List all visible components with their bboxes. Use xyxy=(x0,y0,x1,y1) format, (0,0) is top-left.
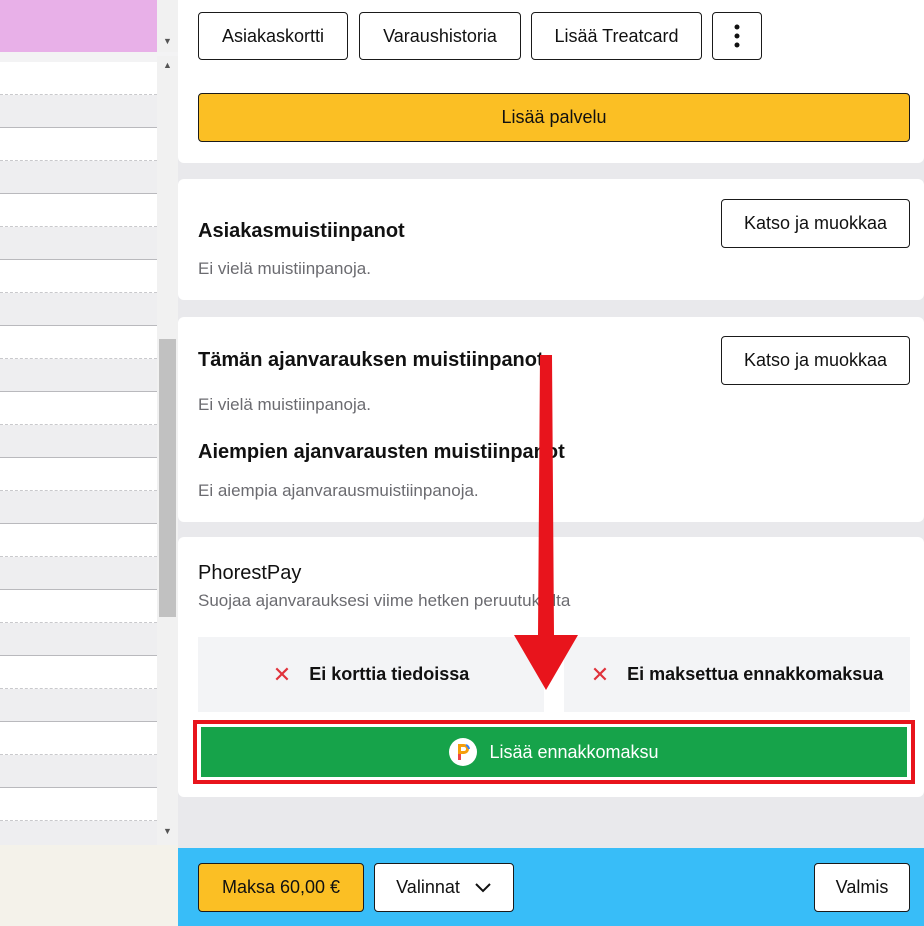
add-treatcard-button[interactable]: Lisää Treatcard xyxy=(531,12,702,60)
no-card-label: Ei korttia tiedoissa xyxy=(309,664,470,684)
phorestpay-title: PhorestPay xyxy=(198,562,302,584)
footer-bar: Maksa 60,00 € Valinnat Valmis xyxy=(178,848,924,926)
time-slot[interactable] xyxy=(0,656,157,689)
time-slot[interactable] xyxy=(0,458,157,491)
scrollbar-thumb[interactable] xyxy=(159,339,176,617)
add-deposit-button[interactable]: Lisää ennakkomaksu xyxy=(201,727,907,777)
previous-notes-empty: Ei aiempia ajanvarausmuistiinpanoja. xyxy=(198,481,479,500)
time-slot[interactable] xyxy=(0,590,157,623)
time-slot[interactable] xyxy=(0,722,157,755)
calendar-slots xyxy=(0,62,157,854)
time-slot[interactable] xyxy=(0,788,157,821)
done-button[interactable]: Valmis xyxy=(814,863,910,912)
kebab-menu-icon xyxy=(734,24,740,48)
appointment-notes-title: Tämän ajanvarauksen muistiinpanot xyxy=(198,349,544,371)
customer-notes-edit-button[interactable]: Katso ja muokkaa xyxy=(721,199,910,248)
options-label: Valinnat xyxy=(396,877,460,897)
previous-notes-title: Aiempien ajanvarausten muistiinpanot xyxy=(198,441,565,463)
customer-notes-empty: Ei vielä muistiinpanoja. xyxy=(198,259,371,278)
scroll-down-arrow-icon[interactable]: ▼ xyxy=(157,34,178,48)
top-scrollbar[interactable]: ▼ xyxy=(157,0,178,52)
add-service-button[interactable]: Lisää palvelu xyxy=(198,93,910,142)
calendar-scrollbar[interactable]: ▲ ▼ xyxy=(157,56,178,845)
time-slot[interactable] xyxy=(0,623,157,656)
phorest-logo-icon xyxy=(449,738,478,766)
options-dropdown[interactable]: Valinnat xyxy=(374,863,514,912)
calendar-footer-area xyxy=(0,845,178,926)
appointment-panel: Asiakaskortti Varaushistoria Lisää Treat… xyxy=(178,0,924,926)
close-x-icon: ✕ xyxy=(272,661,292,687)
booking-history-button[interactable]: Varaushistoria xyxy=(359,12,521,60)
phorestpay-subtitle: Suojaa ajanvarauksesi viime hetken peruu… xyxy=(198,591,571,610)
no-card-status: ✕ Ei korttia tiedoissa xyxy=(198,637,544,712)
scroll-down-arrow-icon[interactable]: ▼ xyxy=(157,824,178,838)
appointment-notes-edit-button[interactable]: Katso ja muokkaa xyxy=(721,336,910,385)
actions-card: Asiakaskortti Varaushistoria Lisää Treat… xyxy=(178,0,924,163)
customer-notes-title: Asiakasmuistiinpanot xyxy=(198,220,405,242)
time-slot[interactable] xyxy=(0,425,157,458)
time-slot[interactable] xyxy=(0,359,157,392)
calendar-pane xyxy=(0,0,178,926)
time-slot[interactable] xyxy=(0,392,157,425)
time-slot[interactable] xyxy=(0,161,157,194)
close-x-icon: ✕ xyxy=(590,661,610,687)
time-slot[interactable] xyxy=(0,227,157,260)
appointment-notes-empty: Ei vielä muistiinpanoja. xyxy=(198,395,371,414)
time-slot[interactable] xyxy=(0,62,157,95)
no-deposit-label: Ei maksettua ennakkomaksua xyxy=(627,664,884,684)
time-slot[interactable] xyxy=(0,491,157,524)
calendar-event-block[interactable] xyxy=(0,0,157,52)
time-slot[interactable] xyxy=(0,128,157,161)
no-deposit-status: ✕ Ei maksettua ennakkomaksua xyxy=(564,637,910,712)
add-deposit-label: Lisää ennakkomaksu xyxy=(489,741,659,762)
time-slot[interactable] xyxy=(0,557,157,590)
customer-card-button[interactable]: Asiakaskortti xyxy=(198,12,348,60)
time-slot[interactable] xyxy=(0,326,157,359)
time-slot[interactable] xyxy=(0,260,157,293)
time-slot[interactable] xyxy=(0,524,157,557)
customer-notes-card: Asiakasmuistiinpanot Ei vielä muistiinpa… xyxy=(178,179,924,300)
time-slot[interactable] xyxy=(0,755,157,788)
pay-button[interactable]: Maksa 60,00 € xyxy=(198,863,364,912)
time-slot[interactable] xyxy=(0,95,157,128)
time-slot[interactable] xyxy=(0,293,157,326)
chevron-down-icon xyxy=(475,882,491,892)
more-options-button[interactable] xyxy=(712,12,762,60)
appointment-notes-card: Tämän ajanvarauksen muistiinpanot Ei vie… xyxy=(178,317,924,522)
scroll-up-arrow-icon[interactable]: ▲ xyxy=(157,58,178,72)
time-slot[interactable] xyxy=(0,194,157,227)
time-slot[interactable] xyxy=(0,689,157,722)
